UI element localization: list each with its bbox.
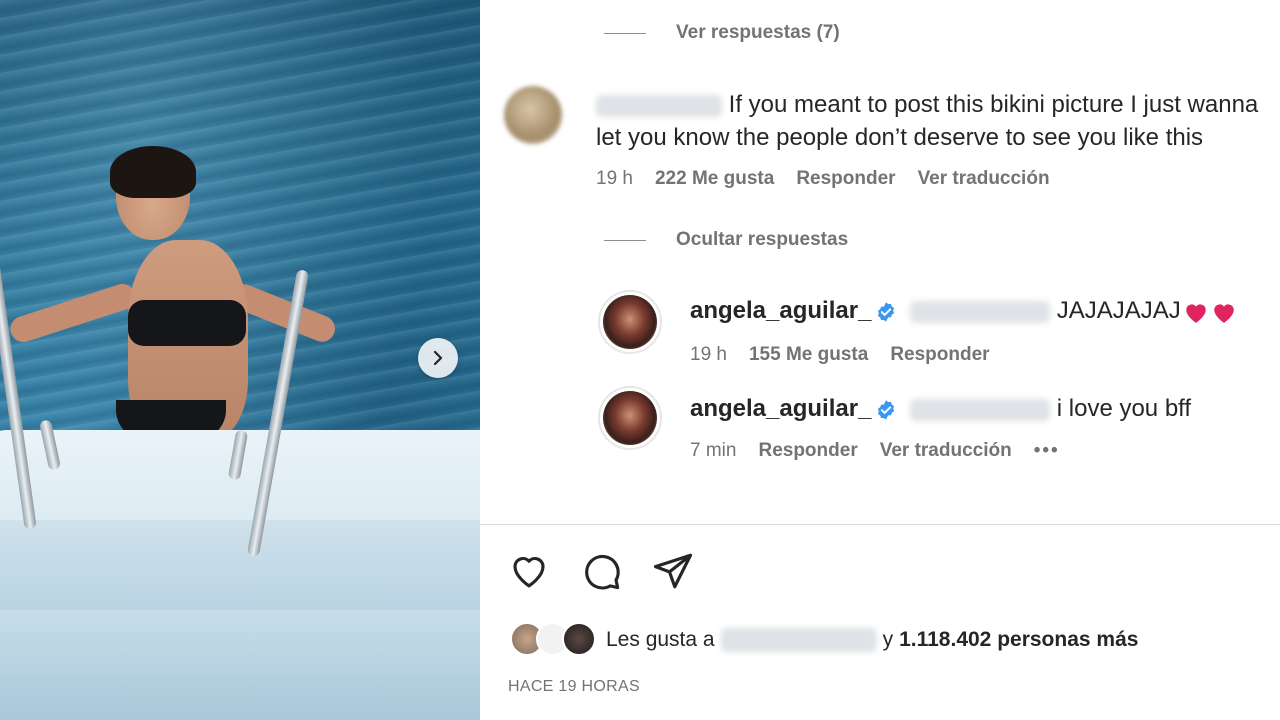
reply-text: JAJAJAJAJ: [1056, 297, 1181, 324]
translate-button[interactable]: Ver traducción: [880, 440, 1012, 462]
reply-avatar[interactable]: [598, 386, 662, 450]
comment-time: 19 h: [596, 168, 633, 189]
reply-time: 7 min: [690, 440, 737, 461]
likes-prefix: Les gusta a: [606, 628, 715, 651]
verified-badge-icon: [878, 302, 895, 322]
person-figure: [7, 146, 339, 450]
share-icon[interactable]: [652, 550, 694, 592]
comment-body: If you meant to post this bikini picture…: [596, 88, 1276, 154]
comment-likes[interactable]: 222 Me gusta: [655, 168, 774, 190]
divider-line: [604, 239, 646, 241]
red-heart-icon: [1186, 304, 1206, 323]
blurred-mention[interactable]: [910, 300, 1051, 323]
reply-button[interactable]: Responder: [796, 168, 895, 190]
reply-meta: 19 h 155 Me gusta Responder: [690, 344, 990, 366]
view-replies-button[interactable]: Ver respuestas (7): [604, 22, 840, 44]
reply-username[interactable]: angela_aguilar_: [690, 395, 871, 422]
next-image-button[interactable]: [418, 338, 458, 378]
reply-username[interactable]: angela_aguilar_: [690, 297, 871, 324]
verified-badge-icon: [878, 400, 895, 420]
liker-avatar[interactable]: [562, 622, 596, 656]
comment-icon[interactable]: [580, 550, 622, 592]
reply-text: i love you bff: [1056, 395, 1192, 422]
view-replies-label[interactable]: Ver respuestas (7): [676, 22, 840, 44]
likes-count[interactable]: 1.118.402 personas más: [899, 628, 1138, 652]
chevron-right-icon: [433, 350, 443, 366]
blurred-username[interactable]: [596, 94, 722, 117]
more-options-button[interactable]: •••: [1034, 440, 1060, 462]
translate-button[interactable]: Ver traducción: [918, 168, 1050, 190]
reply-button[interactable]: Responder: [890, 344, 989, 366]
post-timestamp[interactable]: HACE 19 HORAS: [508, 678, 640, 696]
post-image[interactable]: [0, 0, 480, 720]
reply-avatar[interactable]: [598, 290, 662, 354]
blurred-liker-name[interactable]: [720, 628, 877, 652]
heart-icon[interactable]: [508, 550, 550, 592]
commenter-avatar[interactable]: [504, 86, 562, 144]
likes-connector: y: [882, 628, 894, 651]
liker-avatars[interactable]: [510, 620, 600, 660]
divider-line: [604, 32, 646, 34]
reply-time: 19 h: [690, 344, 727, 365]
reply-button[interactable]: Responder: [758, 440, 857, 462]
red-heart-icon: [1214, 304, 1234, 323]
hide-replies-button[interactable]: Ocultar respuestas: [604, 229, 848, 251]
action-bar: [508, 550, 694, 592]
reply-body: angela_aguilar_ JAJAJAJAJ: [690, 294, 1270, 327]
reply-body: angela_aguilar_ i love you bff: [690, 392, 1270, 425]
likes-summary[interactable]: Les gusta a y 1.118.402 personas más: [510, 620, 1138, 660]
reply-likes[interactable]: 155 Me gusta: [749, 344, 868, 366]
hide-replies-label[interactable]: Ocultar respuestas: [676, 229, 848, 251]
reply-meta: 7 min Responder Ver traducción •••: [690, 440, 1060, 462]
comments-panel: Ver respuestas (7) If you meant to post …: [480, 0, 1280, 720]
comment-meta: 19 h 222 Me gusta Responder Ver traducci…: [596, 168, 1050, 190]
blurred-mention[interactable]: [910, 398, 1051, 421]
section-divider: [480, 524, 1280, 525]
